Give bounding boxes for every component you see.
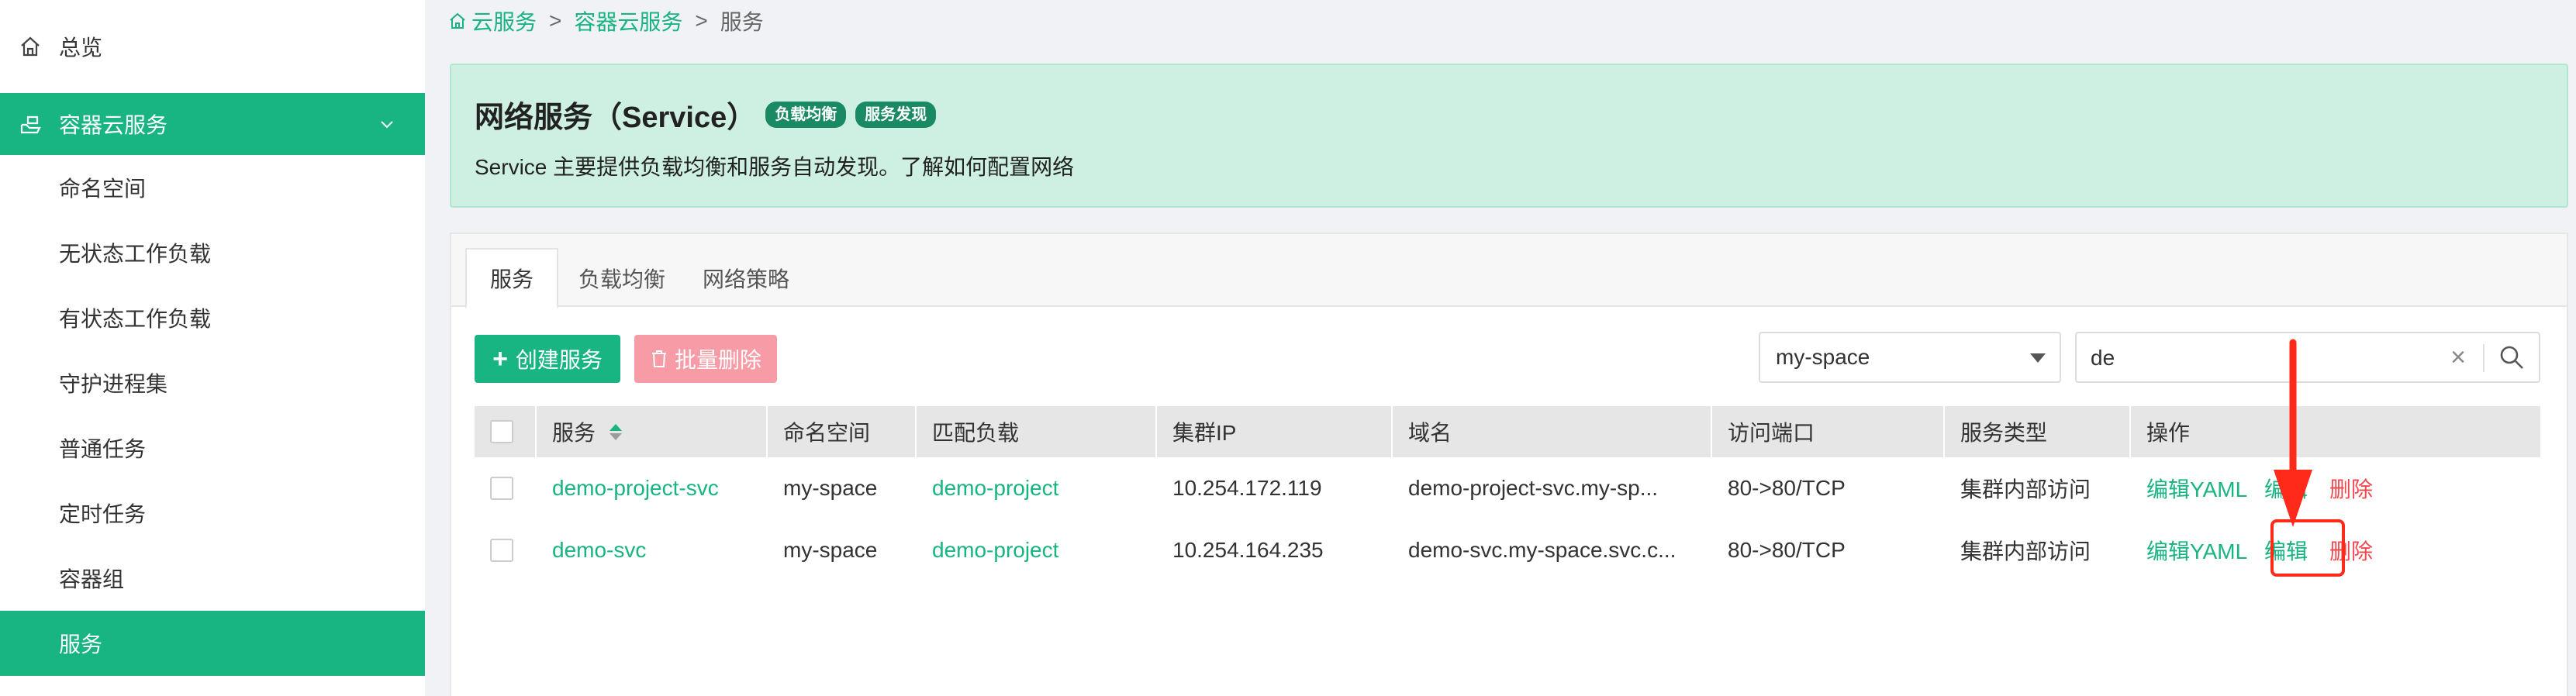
breadcrumb-current: 服务	[720, 10, 764, 34]
sidebar-item-overview[interactable]: 总览	[0, 0, 425, 93]
batch-delete-label: 批量删除	[674, 348, 761, 372]
breadcrumb-separator: >	[549, 9, 562, 33]
header-label: 服务类型	[1960, 421, 2048, 445]
annotation-arrow	[2274, 339, 2312, 527]
plus-icon: +	[492, 343, 508, 374]
clear-icon[interactable]: ×	[2450, 343, 2466, 373]
cluster-ip-cell: 10.254.164.235	[1172, 538, 1324, 562]
sidebar-item-label: 命名空间	[59, 177, 147, 201]
sidebar-item-label: 守护进程集	[59, 372, 168, 396]
sidebar-item-label: 定时任务	[59, 502, 147, 526]
search-icon[interactable]	[2498, 344, 2525, 374]
page-title: 网络服务（Service）	[475, 102, 757, 134]
table-header: 服务 命名空间 匹配负载 集群IP 域名 访问端口 服务类型 操作	[475, 406, 2540, 457]
create-service-button[interactable]: + 创建服务	[475, 335, 620, 383]
tag-service-discovery: 服务发现	[855, 101, 937, 128]
header-actions: 操作	[2131, 406, 2540, 457]
breadcrumb-container-cloud[interactable]: 容器云服务	[574, 5, 682, 36]
cloud-service-icon	[17, 111, 43, 137]
batch-delete-button[interactable]: 批量删除	[634, 335, 777, 383]
type-cell: 集群内部访问	[1960, 539, 2091, 563]
header-label: 服务	[552, 421, 596, 445]
delete-link[interactable]: 删除	[2329, 457, 2391, 519]
service-name-link[interactable]: demo-svc	[537, 519, 768, 581]
sidebar-item-job[interactable]: 普通任务	[0, 415, 425, 481]
tab-network-policy[interactable]: 网络策略	[684, 248, 808, 308]
breadcrumb-separator: >	[695, 9, 708, 33]
header-type: 服务类型	[1945, 406, 2131, 457]
caret-down-icon	[2030, 353, 2046, 363]
domain-cell: demo-project-svc.my-sp...	[1408, 476, 1659, 500]
header-namespace: 命名空间	[768, 406, 917, 457]
sort-icon[interactable]	[609, 423, 623, 440]
workload-link[interactable]: demo-project	[917, 457, 1157, 519]
sidebar-item-pod[interactable]: 容器组	[0, 546, 425, 611]
home-icon	[17, 33, 43, 60]
service-table: 服务 命名空间 匹配负载 集群IP 域名 访问端口 服务类型 操作 demo-p…	[475, 406, 2540, 581]
sidebar-item-namespace[interactable]: 命名空间	[0, 155, 425, 220]
port-cell: 80->80/TCP	[1728, 476, 1846, 500]
search-input[interactable]	[2091, 341, 2432, 375]
header-domain: 域名	[1393, 406, 1712, 457]
tag-load-balance: 负载均衡	[765, 101, 847, 128]
header-label: 匹配负载	[932, 421, 1020, 445]
sidebar-group-container-cloud[interactable]: 容器云服务	[0, 93, 425, 155]
header-label: 操作	[2146, 421, 2191, 445]
sidebar-item-service[interactable]: 服务	[0, 611, 425, 676]
row-checkbox[interactable]	[490, 539, 513, 562]
header-port: 访问端口	[1712, 406, 1945, 457]
tab-bar: 服务 负载均衡 网络策略	[451, 234, 2567, 308]
sidebar-group-label: 容器云服务	[59, 113, 168, 137]
namespace-cell: my-space	[783, 538, 878, 562]
header-service[interactable]: 服务	[537, 406, 768, 457]
breadcrumb: 云服务 > 容器云服务 > 服务	[448, 6, 764, 36]
header-cluster-ip: 集群IP	[1157, 406, 1393, 457]
sidebar-item-label: 无状态工作负载	[59, 242, 212, 266]
header-select-all	[475, 406, 537, 457]
search-divider	[2483, 344, 2484, 372]
main-content: 云服务 > 容器云服务 > 服务 网络服务（Service） 负载均衡 服务发现…	[425, 0, 2576, 696]
header-label: 命名空间	[783, 421, 871, 445]
workload-link[interactable]: demo-project	[917, 519, 1157, 581]
namespace-cell: my-space	[783, 476, 878, 500]
edit-yaml-link[interactable]: 编辑YAML	[2146, 519, 2263, 581]
table-row: demo-project-svc my-space demo-project 1…	[475, 457, 2540, 519]
header-label: 集群IP	[1172, 421, 1237, 445]
service-name-link[interactable]: demo-project-svc	[537, 457, 768, 519]
home-icon	[448, 12, 467, 30]
sidebar-item-label: 容器组	[59, 567, 125, 591]
tab-service[interactable]: 服务	[465, 248, 558, 308]
chevron-down-icon	[378, 113, 395, 138]
breadcrumb-cloud[interactable]: 云服务	[471, 5, 537, 36]
sidebar-item-cronjob[interactable]: 定时任务	[0, 481, 425, 546]
sidebar-item-label: 总览	[59, 36, 103, 60]
banner-description: Service 主要提供负载均衡和服务自动发现。了解如何配置网络	[475, 155, 1075, 179]
sidebar-item-label: 服务	[59, 632, 103, 656]
edit-yaml-link[interactable]: 编辑YAML	[2146, 457, 2263, 519]
trash-icon	[650, 349, 668, 369]
header-label: 访问端口	[1728, 421, 1815, 445]
type-cell: 集群内部访问	[1960, 477, 2091, 501]
table-row: demo-svc my-space demo-project 10.254.16…	[475, 519, 2540, 581]
port-cell: 80->80/TCP	[1728, 538, 1846, 562]
row-checkbox[interactable]	[490, 477, 513, 500]
info-banner: 网络服务（Service） 负载均衡 服务发现 Service 主要提供负载均衡…	[450, 64, 2568, 208]
header-label: 域名	[1408, 421, 1452, 445]
namespace-select-value: my-space	[1776, 345, 1870, 369]
sidebar-item-label: 有状态工作负载	[59, 307, 212, 331]
cluster-ip-cell: 10.254.172.119	[1172, 476, 1322, 500]
namespace-select[interactable]: my-space	[1759, 332, 2061, 383]
sidebar-item-statefulset[interactable]: 有状态工作负载	[0, 285, 425, 350]
sidebar-item-deployment[interactable]: 无状态工作负载	[0, 220, 425, 285]
create-service-label: 创建服务	[515, 348, 603, 372]
service-panel: 服务 负载均衡 网络策略 + 创建服务 批量删除 my-space ×	[450, 233, 2568, 696]
sidebar-item-label: 普通任务	[59, 437, 147, 461]
header-workload: 匹配负载	[917, 406, 1157, 457]
tab-load-balance[interactable]: 负载均衡	[560, 248, 684, 308]
sidebar: 总览 容器云服务 命名空间 无状态工作负载 有状态工作负载 守护进程集 普通任务…	[0, 0, 425, 696]
select-all-checkbox[interactable]	[490, 420, 513, 443]
domain-cell: demo-svc.my-space.svc.c...	[1408, 538, 1676, 562]
sidebar-item-daemonset[interactable]: 守护进程集	[0, 350, 425, 415]
